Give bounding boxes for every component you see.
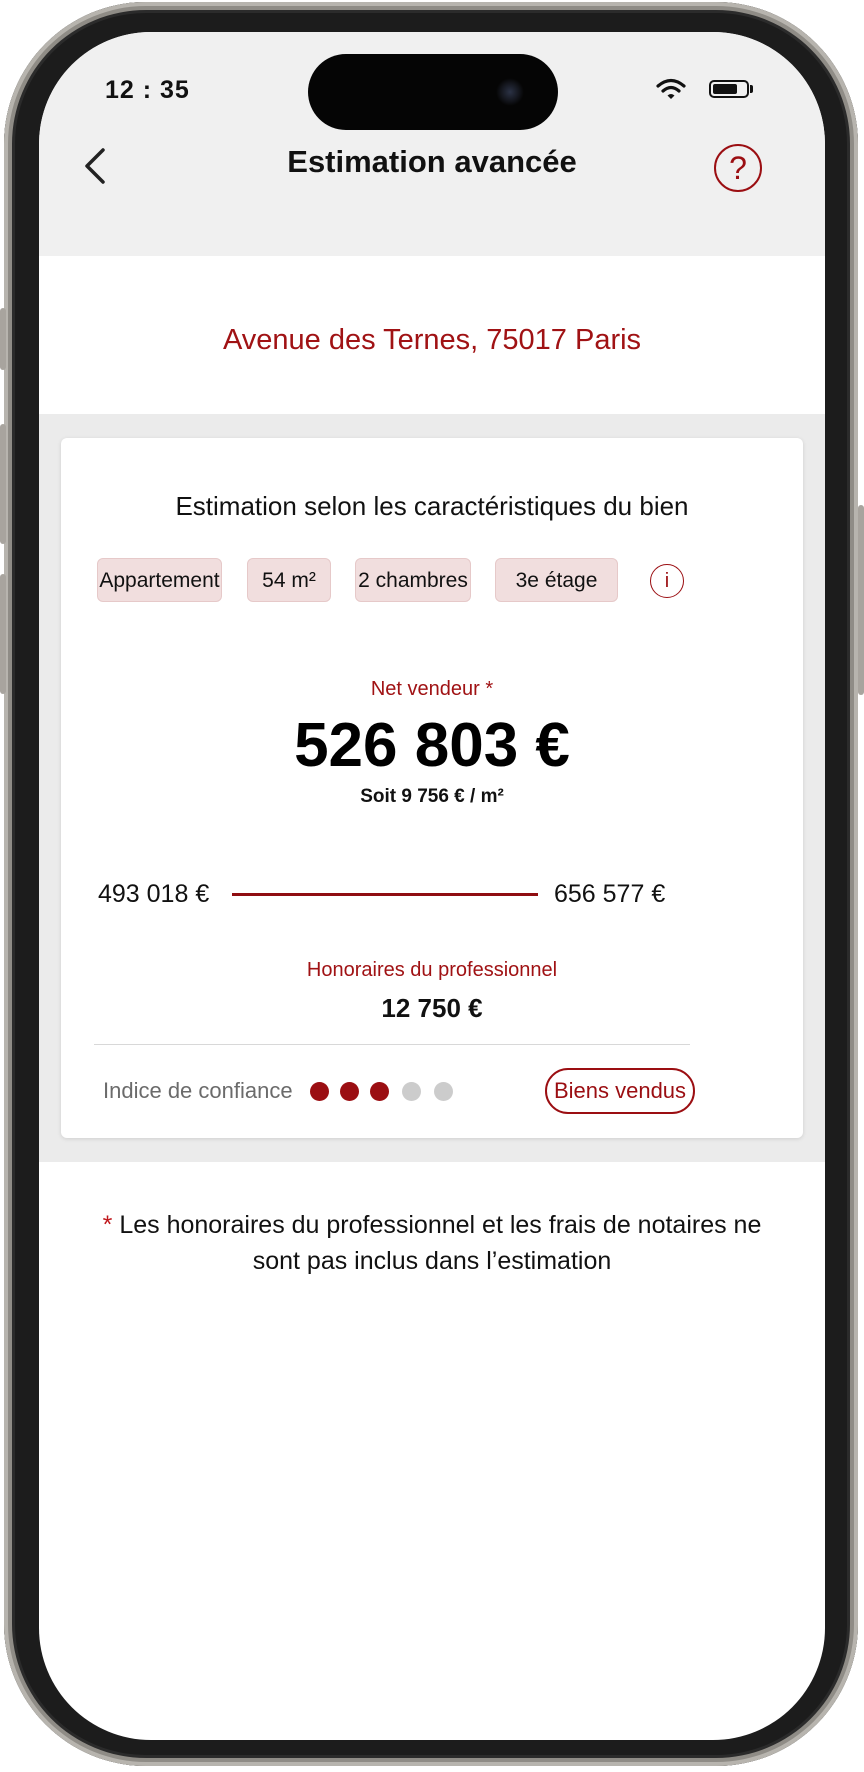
property-address: Avenue des Ternes, 75017 Paris — [222, 324, 642, 356]
phone-screen: 12 : 35 Estimation avancée ? Avenue des … — [39, 32, 825, 1740]
divider — [94, 1044, 690, 1045]
address-section: Avenue des Ternes, 75017 Paris — [39, 256, 825, 414]
battery-icon — [709, 80, 749, 98]
header-bar: 12 : 35 Estimation avancée ? — [39, 32, 825, 256]
page-title: Estimation avancée — [287, 144, 577, 179]
status-time: 12 : 35 — [105, 76, 190, 104]
info-button[interactable]: i — [650, 564, 684, 598]
estimated-price: 526 803 € — [294, 711, 570, 780]
sold-properties-button[interactable]: Biens vendus — [545, 1068, 695, 1114]
fees-value: 12 750 € — [381, 993, 483, 1023]
side-button — [0, 308, 6, 370]
wifi-icon — [656, 78, 686, 99]
estimate-card-title: Estimation selon les caractéristiques du… — [175, 491, 689, 521]
confidence-dot — [402, 1082, 421, 1101]
dynamic-island — [308, 54, 558, 130]
price-per-m2: Soit 9 756 € / m² — [360, 786, 504, 807]
battery-level — [713, 84, 737, 94]
help-button[interactable]: ? — [714, 144, 762, 192]
confidence-dot — [340, 1082, 359, 1101]
side-button — [0, 574, 6, 694]
footnote-text: Les honoraires du professionnel et les f… — [119, 1211, 762, 1275]
confidence-label: Indice de confiance — [103, 1078, 293, 1103]
chip-floor: 3e étage — [495, 558, 618, 602]
side-button — [858, 505, 864, 695]
range-high-value: 656 577 € — [554, 880, 666, 908]
footnote-asterisk: * — [102, 1211, 113, 1239]
chip-surface: 54 m² — [247, 558, 331, 602]
chip-bedrooms: 2 chambres — [355, 558, 471, 602]
confidence-dot — [434, 1082, 453, 1101]
estimate-card: Estimation selon les caractéristiques du… — [61, 438, 803, 1138]
back-button[interactable] — [79, 144, 115, 188]
fees-label: Honoraires du professionnel — [306, 959, 558, 981]
camera-icon — [496, 78, 524, 106]
confidence-dot — [370, 1082, 389, 1101]
battery-cap — [750, 85, 753, 93]
net-seller-label: Net vendeur * — [370, 678, 494, 700]
chip-property-type: Appartement — [97, 558, 222, 602]
chevron-left-icon — [85, 148, 105, 184]
confidence-dot — [310, 1082, 329, 1101]
footnote: * Les honoraires du professionnel et les… — [99, 1207, 765, 1279]
price-range-bar — [232, 893, 538, 896]
range-low-value: 493 018 € — [98, 880, 210, 908]
side-button — [0, 424, 6, 544]
